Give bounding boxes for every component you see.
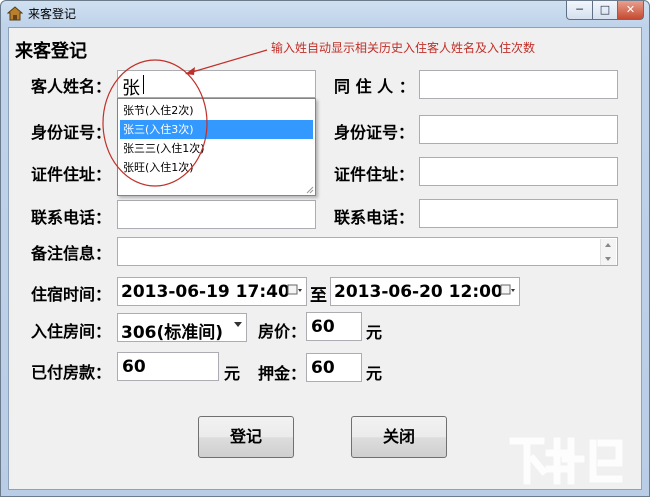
- annotation-arrow-icon: [188, 49, 268, 74]
- form-panel: 来客登记 输入姓自动显示相关历史入住客人姓名及入住次数 客人姓名： 张 同 住 …: [8, 27, 642, 490]
- app-window: 来客登记 ─ □ ✕ 来客登记 输入姓自动显示相关历史入住客人姓名及入住次数 客…: [0, 0, 650, 497]
- annotation-arrowhead-icon: [185, 67, 195, 75]
- xiazai-logo: [509, 437, 623, 485]
- house-icon: [7, 6, 23, 21]
- maximize-button[interactable]: □: [592, 1, 618, 20]
- title-bar[interactable]: 来客登记 ─ □ ✕: [1, 1, 649, 25]
- close-window-button[interactable]: ✕: [617, 1, 644, 20]
- window-title: 来客登记: [28, 7, 77, 21]
- annotation-overlay: [102, 49, 268, 187]
- annotation-ellipse: [102, 59, 208, 187]
- minimize-button[interactable]: ─: [566, 1, 593, 20]
